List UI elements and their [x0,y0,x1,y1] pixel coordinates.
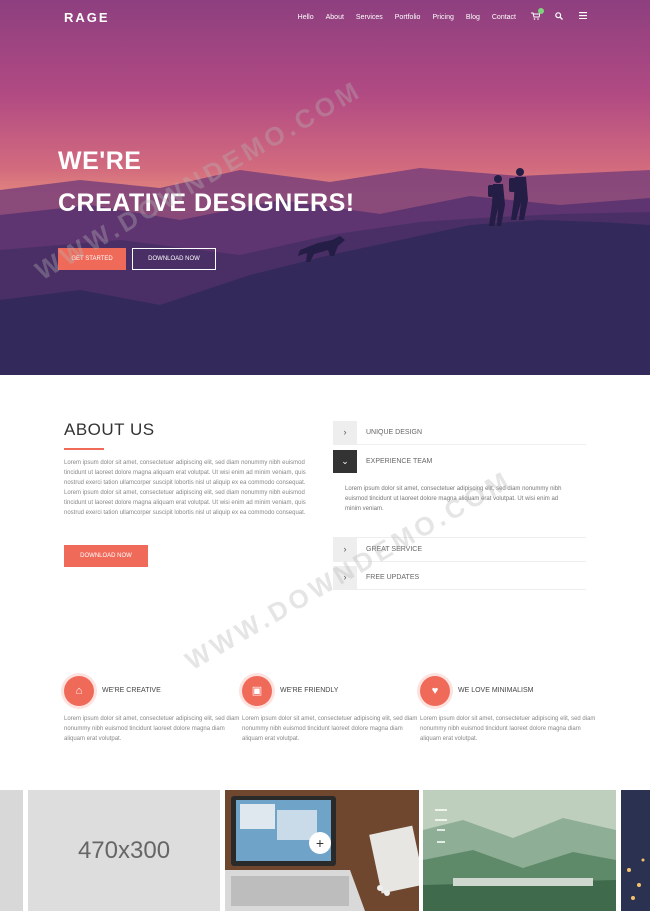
chevron-right-icon[interactable]: › [333,566,357,589]
home-icon: ⌂ [64,676,94,706]
cart-badge [538,8,544,14]
accordion-open-text: Lorem ipsum dolor sit amet, consectetuer… [345,486,562,512]
landscape-photo [423,790,616,911]
accordion-label: UNIQUE DESIGN [366,429,423,436]
about-download-button[interactable]: DOWNLOAD NOW [64,545,148,567]
about-text: Lorem ipsum dolor sit amet, consectetuer… [64,460,306,516]
nav-item-contact[interactable]: Contact [492,14,516,21]
hero-heading-line-2: CREATIVE DESIGNERS! [58,189,355,217]
accordion-item-great-service[interactable]: › GREAT SERVICE [333,538,586,562]
accordion-label: GREAT SERVICE [366,546,423,553]
about-title: ABOUT US [64,420,155,439]
feature-text: Lorem ipsum dolor sit amet, consectetuer… [420,716,596,742]
portfolio-item-laptop[interactable]: + [225,790,419,911]
city-photo [621,790,650,911]
feature-title: WE'RE CREATIVE [102,687,161,694]
nav-item-blog[interactable]: Blog [466,14,480,21]
portfolio-item-placeholder[interactable]: 470x300 [28,790,220,911]
bus-icon: ▣ [242,676,272,706]
zoom-plus-icon[interactable]: + [309,832,331,854]
accordion-label: FREE UPDATES [366,574,420,581]
accordion-label: EXPERIENCE TEAM [366,458,433,465]
download-now-button[interactable]: DOWNLOAD NOW [132,248,216,270]
hero-heading-line-1: WE'RE [58,147,142,175]
nav-item-hello[interactable]: Hello [298,14,314,21]
feature-text: Lorem ipsum dolor sit amet, consectetuer… [242,716,418,742]
portfolio-item-landscape[interactable] [423,790,616,911]
main-menu: Hello About Services Portfolio Pricing B… [286,8,588,22]
top-navbar: RAGE Hello About Services Portfolio Pric… [0,0,650,36]
site-logo[interactable]: RAGE [64,10,110,25]
accordion-item-unique-design[interactable]: › UNIQUE DESIGN [333,421,586,445]
nav-item-portfolio[interactable]: Portfolio [395,14,421,21]
about-divider [64,448,104,450]
menu-icon[interactable] [578,12,588,22]
hero-section: RAGE Hello About Services Portfolio Pric… [0,0,650,375]
accordion-item-free-updates[interactable]: › FREE UPDATES [333,566,586,590]
search-icon[interactable] [554,12,564,22]
hero-heading: WE'RE CREATIVE DESIGNERS! [58,140,355,224]
accordion-item-experience-team[interactable]: ⌄ EXPERIENCE TEAM [333,450,586,474]
feature-title: WE LOVE MINIMALISM [458,687,534,694]
portfolio-item-partial-right[interactable] [621,790,650,911]
cart-icon[interactable] [530,8,544,22]
portfolio-item-partial-left[interactable] [0,790,23,911]
nav-item-pricing[interactable]: Pricing [432,14,453,21]
feature-title: WE'RE FRIENDLY [280,687,339,694]
heart-icon: ♥ [420,676,450,706]
nav-item-services[interactable]: Services [356,14,383,21]
feature-text: Lorem ipsum dolor sit amet, consectetuer… [64,716,240,742]
get-started-button[interactable]: GET STARTED [58,248,126,270]
nav-item-about[interactable]: About [326,14,344,21]
chevron-right-icon[interactable]: › [333,538,357,561]
chevron-right-icon[interactable]: › [333,421,357,444]
chevron-down-icon[interactable]: ⌄ [333,450,357,473]
